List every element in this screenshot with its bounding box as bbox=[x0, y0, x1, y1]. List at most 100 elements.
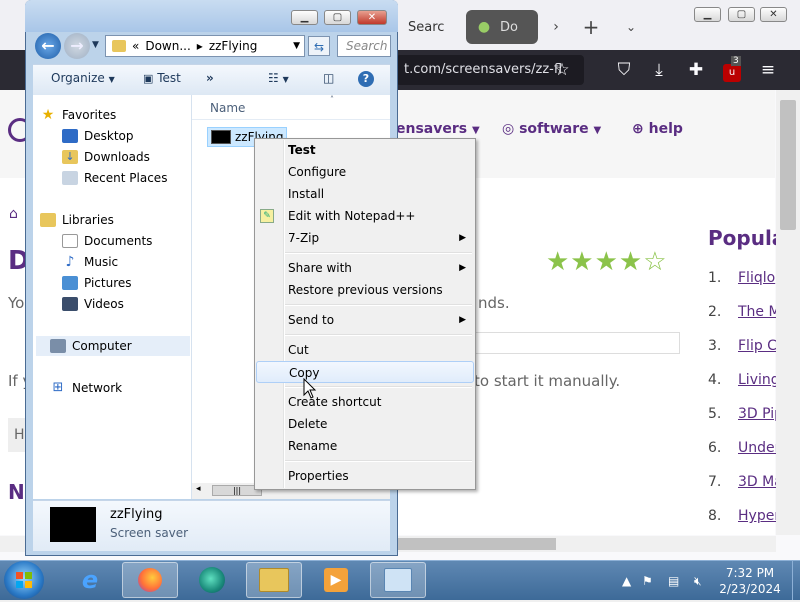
nav-software[interactable]: ◎ software ▼ bbox=[502, 121, 601, 137]
list-item[interactable]: 8. Hyper bbox=[708, 508, 780, 524]
downloads-icon[interactable]: ⤓ bbox=[647, 58, 671, 82]
tab-download[interactable]: ● Do bbox=[466, 10, 538, 44]
list-item[interactable]: 5. 3D Pip bbox=[708, 406, 783, 422]
taskbar-explorer[interactable] bbox=[246, 562, 302, 598]
taskbar-app[interactable] bbox=[184, 562, 240, 598]
breadcrumb-separator-icon[interactable]: ▸ bbox=[197, 39, 203, 53]
back-arrow-icon[interactable]: ← bbox=[35, 33, 61, 59]
network-status-icon[interactable]: ▤ bbox=[668, 574, 679, 588]
item-link[interactable]: Under bbox=[738, 440, 780, 456]
preview-pane-icon[interactable]: ◫ bbox=[323, 71, 334, 85]
text-fragment: nds. bbox=[478, 294, 510, 312]
menu-item-cut[interactable]: Cut bbox=[256, 339, 474, 361]
list-item[interactable]: 1. Fliqlo bbox=[708, 270, 775, 286]
address-bar[interactable]: « Down... ▸ zzFlying ▼ bbox=[105, 35, 305, 57]
nav-screensavers[interactable]: ensavers ▼ bbox=[396, 121, 480, 137]
nav-computer[interactable]: Computer bbox=[36, 336, 190, 356]
menu-item-copy[interactable]: Copy bbox=[256, 361, 474, 383]
list-item[interactable]: 6. Under bbox=[708, 440, 780, 456]
list-item[interactable]: 4. Living bbox=[708, 372, 780, 388]
taskbar-media-player[interactable]: ▶ bbox=[308, 562, 364, 598]
nav-libraries[interactable]: Libraries bbox=[40, 210, 190, 230]
more-commands-button[interactable]: » bbox=[206, 71, 214, 85]
menu-item-configure[interactable]: Configure bbox=[256, 161, 474, 183]
extensions-icon[interactable]: ✚ bbox=[684, 58, 708, 82]
chevron-down-icon[interactable]: ▼ bbox=[293, 41, 300, 51]
action-center-flag-icon[interactable]: ⚑ bbox=[642, 574, 653, 588]
menu-item-send-to[interactable]: Send to ▶ bbox=[256, 309, 474, 331]
ff-close-button[interactable]: ✕ bbox=[760, 7, 787, 22]
breadcrumb-overflow[interactable]: « bbox=[132, 39, 139, 53]
start-button[interactable] bbox=[4, 561, 44, 599]
nav-pictures[interactable]: Pictures bbox=[62, 273, 212, 293]
test-button[interactable]: ▣ Test bbox=[143, 71, 181, 85]
taskbar-ie[interactable]: e bbox=[62, 562, 118, 598]
menu-item-install[interactable]: Install bbox=[256, 183, 474, 205]
screensaver-file-icon bbox=[211, 130, 231, 144]
scroll-left-icon[interactable]: ◂ bbox=[196, 484, 201, 494]
explorer-close-button[interactable]: ✕ bbox=[357, 10, 387, 25]
forward-arrow-icon[interactable]: → bbox=[64, 33, 90, 59]
ff-maximize-button[interactable]: ▢ bbox=[728, 7, 755, 22]
scrollbar-thumb[interactable] bbox=[780, 100, 796, 230]
menu-item-create-shortcut[interactable]: Create shortcut bbox=[256, 391, 474, 413]
nav-desktop[interactable]: Desktop bbox=[62, 126, 212, 146]
menu-item-rename[interactable]: Rename bbox=[256, 435, 474, 457]
show-desktop-button[interactable] bbox=[792, 561, 800, 600]
chevron-down-icon: ▼ bbox=[593, 125, 602, 136]
list-all-tabs-icon[interactable]: ⌄ bbox=[623, 19, 639, 35]
taskbar-control-panel[interactable] bbox=[370, 562, 426, 598]
item-link[interactable]: Flip C bbox=[738, 338, 777, 354]
nav-documents[interactable]: Documents bbox=[62, 231, 212, 251]
nav-network[interactable]: ⊞ Network bbox=[50, 378, 200, 398]
menu-item-edit-notepad[interactable]: ✎ Edit with Notepad++ bbox=[256, 205, 474, 227]
view-options-icon[interactable]: ☷ ▼ bbox=[268, 71, 289, 85]
hamburger-menu-icon[interactable]: ≡ bbox=[756, 58, 780, 82]
nav-downloads[interactable]: ↓ Downloads bbox=[62, 147, 212, 167]
scrollbar-thumb[interactable] bbox=[398, 538, 556, 550]
nav-help[interactable]: ⊕ help bbox=[632, 121, 683, 137]
nav-music[interactable]: ♪ Music bbox=[62, 252, 212, 272]
taskbar-firefox[interactable] bbox=[122, 562, 178, 598]
system-clock[interactable]: 7:32 PM 2/23/2024 bbox=[712, 565, 788, 597]
list-item[interactable]: 3. Flip C bbox=[708, 338, 777, 354]
menu-item-delete[interactable]: Delete bbox=[256, 413, 474, 435]
list-item[interactable]: 2. The M bbox=[708, 304, 781, 320]
nav-favorites[interactable]: ★ Favorites bbox=[40, 105, 190, 125]
show-hidden-icons[interactable]: ▲ bbox=[622, 574, 631, 588]
nav-recent-places[interactable]: Recent Places bbox=[62, 168, 212, 188]
menu-item-restore-previous[interactable]: Restore previous versions bbox=[256, 279, 474, 301]
menu-item-share-with[interactable]: Share with ▶ bbox=[256, 257, 474, 279]
breadcrumb-current[interactable]: zzFlying bbox=[209, 39, 258, 53]
new-tab-icon[interactable]: + bbox=[583, 15, 600, 39]
chevron-right-icon[interactable]: › bbox=[548, 19, 564, 35]
nav-label: Music bbox=[84, 255, 119, 269]
breadcrumb-downloads[interactable]: Down... bbox=[145, 39, 190, 53]
ff-minimize-button[interactable]: ▁ bbox=[694, 7, 721, 22]
volume-muted-icon[interactable]: 🔇︎ bbox=[694, 574, 702, 589]
menu-item-7zip[interactable]: 7-Zip ▶ bbox=[256, 227, 474, 249]
item-link[interactable]: Fliqlo bbox=[738, 270, 775, 286]
item-number: 7. bbox=[708, 474, 722, 490]
bookmark-star-icon[interactable]: ☆ bbox=[550, 58, 574, 82]
item-link[interactable]: Living bbox=[738, 372, 780, 388]
search-input[interactable]: Search z bbox=[337, 35, 391, 57]
help-icon[interactable]: ? bbox=[358, 71, 374, 87]
item-link[interactable]: The M bbox=[738, 304, 781, 320]
explorer-maximize-button[interactable]: ▢ bbox=[324, 10, 351, 25]
refresh-icon[interactable]: ⇆ bbox=[308, 36, 330, 56]
pocket-icon[interactable]: ⛉ bbox=[612, 58, 636, 82]
column-header-name[interactable]: Name ˄ bbox=[192, 95, 390, 120]
menu-item-test[interactable]: Test bbox=[256, 139, 474, 161]
control-panel-icon bbox=[384, 568, 412, 592]
tab-search[interactable]: Searc bbox=[398, 10, 460, 44]
nav-videos[interactable]: Videos bbox=[62, 294, 212, 314]
list-item[interactable]: 7. 3D Ma bbox=[708, 474, 783, 490]
item-link[interactable]: Hyper bbox=[738, 508, 780, 524]
menu-item-properties[interactable]: Properties bbox=[256, 465, 474, 487]
organize-button[interactable]: Organize ▼ bbox=[51, 71, 115, 85]
home-icon[interactable]: ⌂ bbox=[9, 206, 18, 222]
explorer-minimize-button[interactable]: ▁ bbox=[291, 10, 318, 25]
recent-pages-icon[interactable]: ▼ bbox=[92, 40, 99, 50]
menu-label: Cut bbox=[288, 343, 309, 357]
